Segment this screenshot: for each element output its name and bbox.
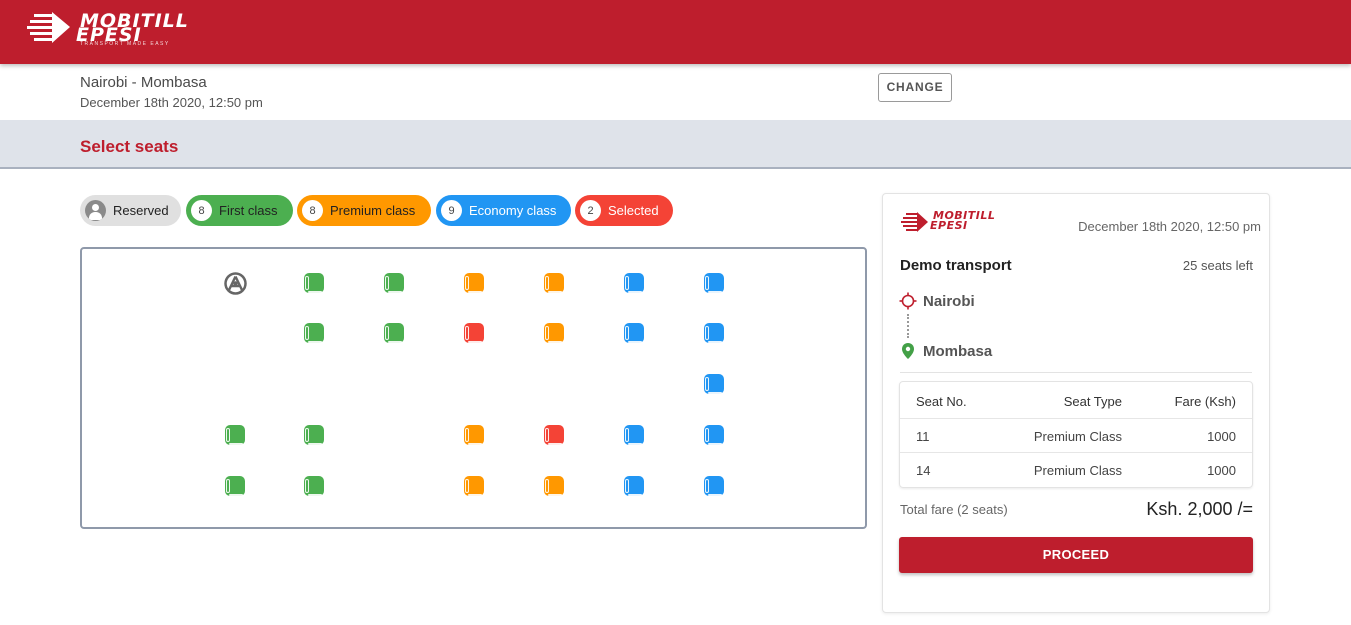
header-fare: Fare (Ksh) bbox=[1174, 394, 1236, 409]
trip-date: December 18th 2020, 12:50 pm bbox=[80, 95, 263, 110]
seat-economy[interactable] bbox=[622, 423, 646, 447]
seat-premium[interactable] bbox=[542, 321, 566, 345]
legend-count: 2 bbox=[580, 200, 601, 221]
legend-chip-economy: 9 Economy class bbox=[436, 195, 571, 226]
origin-city: Nairobi bbox=[923, 293, 975, 310]
legend-chip-reserved: Reserved bbox=[80, 195, 181, 226]
total-fare-value: Ksh. 2,000 /= bbox=[1146, 499, 1253, 519]
seats-left: 25 seats left bbox=[1182, 258, 1253, 273]
seat-premium[interactable] bbox=[542, 474, 566, 498]
origin-target-icon bbox=[899, 292, 917, 315]
seat-economy[interactable] bbox=[622, 271, 646, 295]
seat-first[interactable] bbox=[223, 423, 247, 447]
summary-date: December 18th 2020, 12:50 pm bbox=[1078, 219, 1261, 234]
seat-first[interactable] bbox=[302, 271, 326, 295]
legend-label: First class bbox=[219, 203, 278, 218]
table-row: 11 Premium Class 1000 bbox=[900, 419, 1252, 453]
seat-number: 11 bbox=[916, 429, 930, 444]
legend-label: Premium class bbox=[330, 203, 416, 218]
proceed-button[interactable]: PROCEED bbox=[899, 537, 1253, 573]
legend-label: Economy class bbox=[469, 203, 557, 218]
mobitill-logo[interactable]: MOBITILL EPESI TRANSPORT MADE EASY bbox=[24, 8, 194, 52]
route-connector bbox=[907, 314, 909, 338]
fare-table: Seat No. Seat Type Fare (Ksh) 11 Premium… bbox=[899, 381, 1253, 488]
seat-premium[interactable] bbox=[462, 271, 486, 295]
seat-type: Premium Class bbox=[1033, 463, 1122, 478]
section-band bbox=[0, 120, 1351, 169]
summary-divider bbox=[900, 372, 1252, 373]
seat-economy[interactable] bbox=[702, 372, 726, 396]
change-trip-button[interactable]: CHANGE bbox=[878, 73, 952, 102]
seat-type: Premium Class bbox=[1033, 429, 1122, 444]
summary-logo: MOBITILL EPESI bbox=[900, 208, 1010, 238]
seat-first[interactable] bbox=[382, 271, 406, 295]
seat-economy[interactable] bbox=[702, 321, 726, 345]
seat-premium[interactable] bbox=[542, 271, 566, 295]
legend-count: 9 bbox=[441, 200, 462, 221]
seat-first[interactable] bbox=[302, 423, 326, 447]
seat-first[interactable] bbox=[223, 474, 247, 498]
legend-chip-first: 8 First class bbox=[186, 195, 293, 226]
seat-premium[interactable] bbox=[462, 474, 486, 498]
steering-wheel-icon bbox=[223, 271, 248, 296]
seat-first[interactable] bbox=[302, 321, 326, 345]
seat-number: 14 bbox=[916, 463, 931, 478]
header-seat-type: Seat Type bbox=[1063, 394, 1122, 409]
total-fare-label: Total fare (2 seats) bbox=[900, 502, 1008, 517]
seat-first[interactable] bbox=[382, 321, 406, 345]
table-row: 14 Premium Class 1000 bbox=[900, 453, 1252, 487]
logo-emblem-icon bbox=[901, 212, 928, 232]
logo-tagline: TRANSPORT MADE EASY bbox=[80, 41, 170, 47]
fare-table-header: Seat No. Seat Type Fare (Ksh) bbox=[900, 382, 1252, 419]
seat-premium[interactable] bbox=[462, 423, 486, 447]
app-header: MOBITILL EPESI TRANSPORT MADE EASY bbox=[0, 0, 1351, 64]
seat-fare: 1000 bbox=[1207, 463, 1236, 478]
legend-chip-selected: 2 Selected bbox=[575, 195, 673, 226]
seat-economy[interactable] bbox=[702, 423, 726, 447]
seat-first[interactable] bbox=[302, 474, 326, 498]
legend-label: Selected bbox=[608, 203, 659, 218]
destination-pin-icon bbox=[900, 342, 916, 365]
legend-count: 8 bbox=[191, 200, 212, 221]
seat-economy[interactable] bbox=[622, 321, 646, 345]
seat-economy[interactable] bbox=[622, 474, 646, 498]
seat-selected[interactable] bbox=[542, 423, 566, 447]
seat-selected[interactable] bbox=[462, 321, 486, 345]
person-icon bbox=[85, 200, 106, 221]
destination-city: Mombasa bbox=[923, 343, 993, 360]
header-seat-no: Seat No. bbox=[916, 394, 967, 409]
logo-emblem-icon bbox=[27, 12, 70, 43]
seat-fare: 1000 bbox=[1207, 429, 1236, 444]
legend-chip-premium: 8 Premium class bbox=[297, 195, 431, 226]
seat-economy[interactable] bbox=[702, 474, 726, 498]
trip-route: Nairobi - Mombasa bbox=[80, 74, 207, 91]
seat-economy[interactable] bbox=[702, 271, 726, 295]
operator-name: Demo transport bbox=[900, 257, 1012, 274]
legend-count: 8 bbox=[302, 200, 323, 221]
summary-logo-line2: EPESI bbox=[930, 219, 968, 232]
section-title: Select seats bbox=[80, 137, 179, 156]
legend-label: Reserved bbox=[113, 203, 169, 218]
